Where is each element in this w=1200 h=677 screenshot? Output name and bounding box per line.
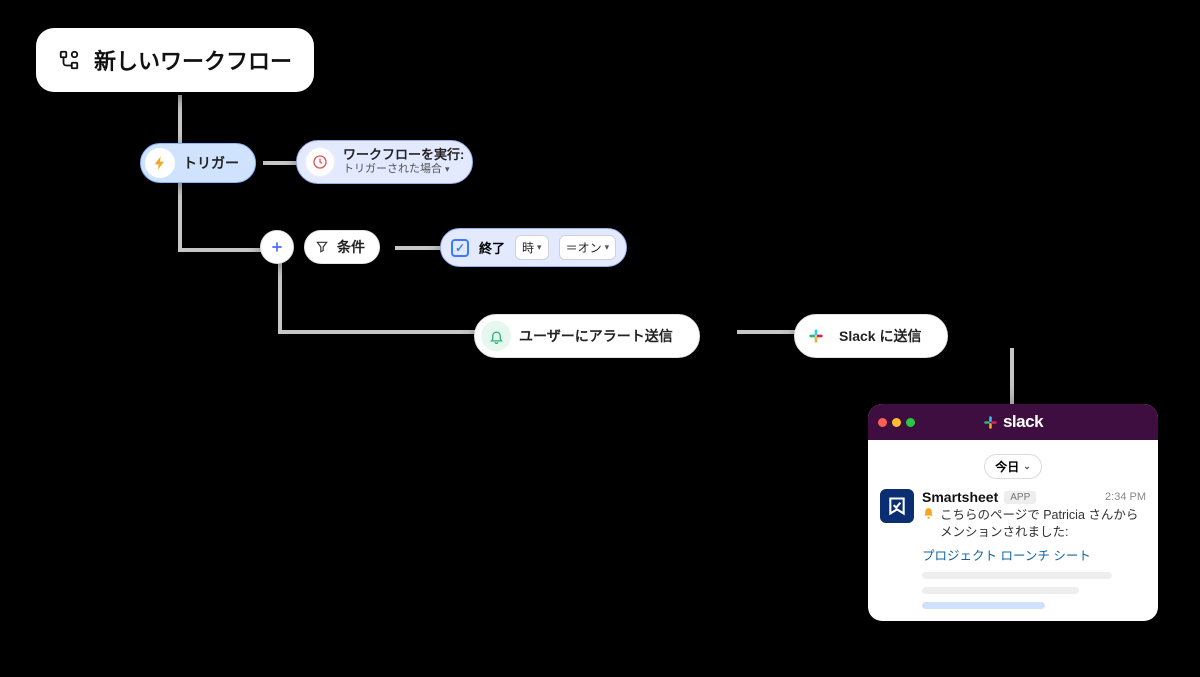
message-link[interactable]: プロジェクト ローンチ シート [922, 545, 1146, 564]
checkbox-icon: ✓ [451, 239, 469, 257]
filter-icon [315, 240, 329, 254]
chevron-down-icon: ⌄ [1023, 461, 1031, 472]
chevron-down-icon: ▾ [605, 242, 610, 253]
workflow-icon [58, 49, 80, 71]
slack-logo: slack [983, 412, 1043, 432]
skeleton-line [922, 587, 1079, 594]
minimize-icon [892, 418, 901, 427]
notification-bell-icon [922, 507, 935, 520]
add-step-button[interactable] [260, 230, 294, 264]
slack-icon [801, 321, 831, 351]
send-slack-pill[interactable]: Slack に送信 [794, 314, 948, 358]
app-name: Smartsheet [922, 489, 998, 505]
smartsheet-app-icon [880, 489, 914, 523]
condition-value-dropdown[interactable]: ＝オン▾ [559, 235, 617, 260]
workflow-root-card[interactable]: 新しいワークフロー [36, 28, 314, 92]
slack-message: Smartsheet APP 2:34 PM こちらのページで Patricia… [880, 489, 1146, 609]
skeleton-line [922, 602, 1045, 609]
bell-icon [481, 321, 511, 351]
clock-icon [305, 147, 335, 177]
date-divider[interactable]: 今日 ⌄ [984, 454, 1042, 479]
message-text: こちらのページで Patricia さんからメンションされました: [940, 507, 1146, 541]
slack-label: Slack に送信 [839, 326, 933, 346]
bolt-icon [145, 148, 175, 178]
trigger-pill[interactable]: トリガー [140, 143, 256, 183]
slack-preview-window: slack 今日 ⌄ Smartsheet APP 2:34 PM [868, 404, 1158, 621]
chevron-down-icon: ▾ [445, 164, 450, 174]
maximize-icon [906, 418, 915, 427]
condition-pill[interactable]: 条件 [304, 230, 380, 264]
skeleton-line [922, 572, 1112, 579]
condition-detail[interactable]: ✓ 終了 時▾ ＝オン▾ [440, 228, 627, 267]
run-workflow-pill[interactable]: ワークフローを実行: トリガーされた場合▾ [296, 140, 473, 184]
alert-label: ユーザーにアラート送信 [519, 326, 685, 346]
window-controls [878, 418, 915, 427]
app-badge: APP [1004, 491, 1036, 504]
trigger-label: トリガー [183, 153, 251, 173]
condition-operator-dropdown[interactable]: 時▾ [515, 235, 549, 260]
message-time: 2:34 PM [1105, 491, 1146, 503]
run-sublabel: トリガーされた場合 [343, 163, 442, 176]
chevron-down-icon: ▾ [537, 242, 542, 253]
run-label: ワークフローを実行: [343, 148, 464, 163]
slack-titlebar: slack [868, 404, 1158, 440]
condition-field: 終了 [479, 238, 505, 257]
close-icon [878, 418, 887, 427]
workflow-title: 新しいワークフロー [94, 44, 292, 76]
alert-user-pill[interactable]: ユーザーにアラート送信 [474, 314, 700, 358]
condition-label: 条件 [337, 237, 367, 257]
